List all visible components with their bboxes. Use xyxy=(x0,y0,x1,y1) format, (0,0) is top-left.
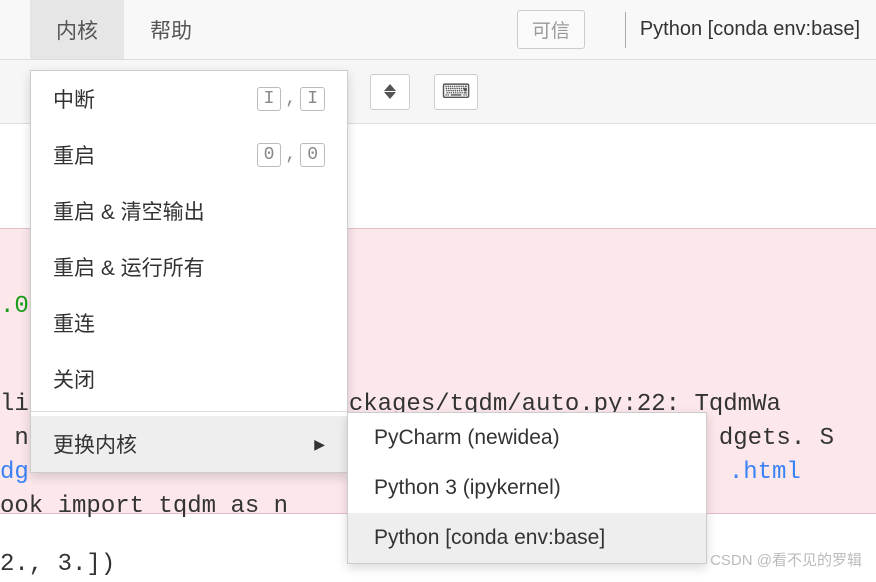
kernel-indicator[interactable]: Python [conda env:base] xyxy=(640,18,876,41)
kernel-option-pycharm[interactable]: PyCharm (newidea) xyxy=(348,413,706,463)
menu-label: 重启 & 运行所有 xyxy=(53,252,205,282)
menu-bar: 内核 帮助 可信 Python [conda env:base] xyxy=(0,0,876,60)
kernel-option-python3[interactable]: Python 3 (ipykernel) xyxy=(348,463,706,513)
menu-interrupt[interactable]: 中断 I, I xyxy=(31,71,347,127)
celltype-stepper[interactable] xyxy=(370,74,410,110)
watermark: CSDN @看不见的罗辑 xyxy=(710,549,862,570)
menu-label: 重启 & 清空输出 xyxy=(53,196,205,226)
menu-label: 中断 xyxy=(53,84,95,114)
shortcut: 0, 0 xyxy=(257,143,325,167)
output-line: ook import tqdm as n xyxy=(0,490,288,524)
menu-reconnect[interactable]: 重连 xyxy=(31,295,347,351)
separator xyxy=(625,12,626,48)
output-line: 2., 3.]) xyxy=(0,548,115,582)
chevron-right-icon: ▶ xyxy=(314,436,325,453)
change-kernel-submenu: PyCharm (newidea) Python 3 (ipykernel) P… xyxy=(347,412,707,564)
menu-separator xyxy=(31,411,347,412)
menu-restart-run-all[interactable]: 重启 & 运行所有 xyxy=(31,239,347,295)
kernel-option-conda-base[interactable]: Python [conda env:base] xyxy=(348,513,706,563)
kernel-dropdown: 中断 I, I 重启 0, 0 重启 & 清空输出 重启 & 运行所有 重连 关… xyxy=(30,70,348,473)
keyboard-icon: ⌨ xyxy=(442,79,471,104)
trusted-button[interactable]: 可信 xyxy=(517,10,585,49)
menu-shutdown[interactable]: 关闭 xyxy=(31,351,347,407)
output-line: .0 xyxy=(0,290,29,324)
menu-kernel[interactable]: 内核 xyxy=(30,0,124,59)
menu-restart[interactable]: 重启 0, 0 xyxy=(31,127,347,183)
menu-label: 关闭 xyxy=(53,364,95,394)
menu-help[interactable]: 帮助 xyxy=(124,0,218,59)
menu-label: 更换内核 xyxy=(53,429,137,459)
shortcut: I, I xyxy=(257,87,325,111)
menu-restart-clear[interactable]: 重启 & 清空输出 xyxy=(31,183,347,239)
command-palette-button[interactable]: ⌨ xyxy=(434,74,478,110)
menu-label: 重连 xyxy=(53,308,95,338)
menu-label: 重启 xyxy=(53,140,95,170)
menu-change-kernel[interactable]: 更换内核 ▶ xyxy=(31,416,347,472)
